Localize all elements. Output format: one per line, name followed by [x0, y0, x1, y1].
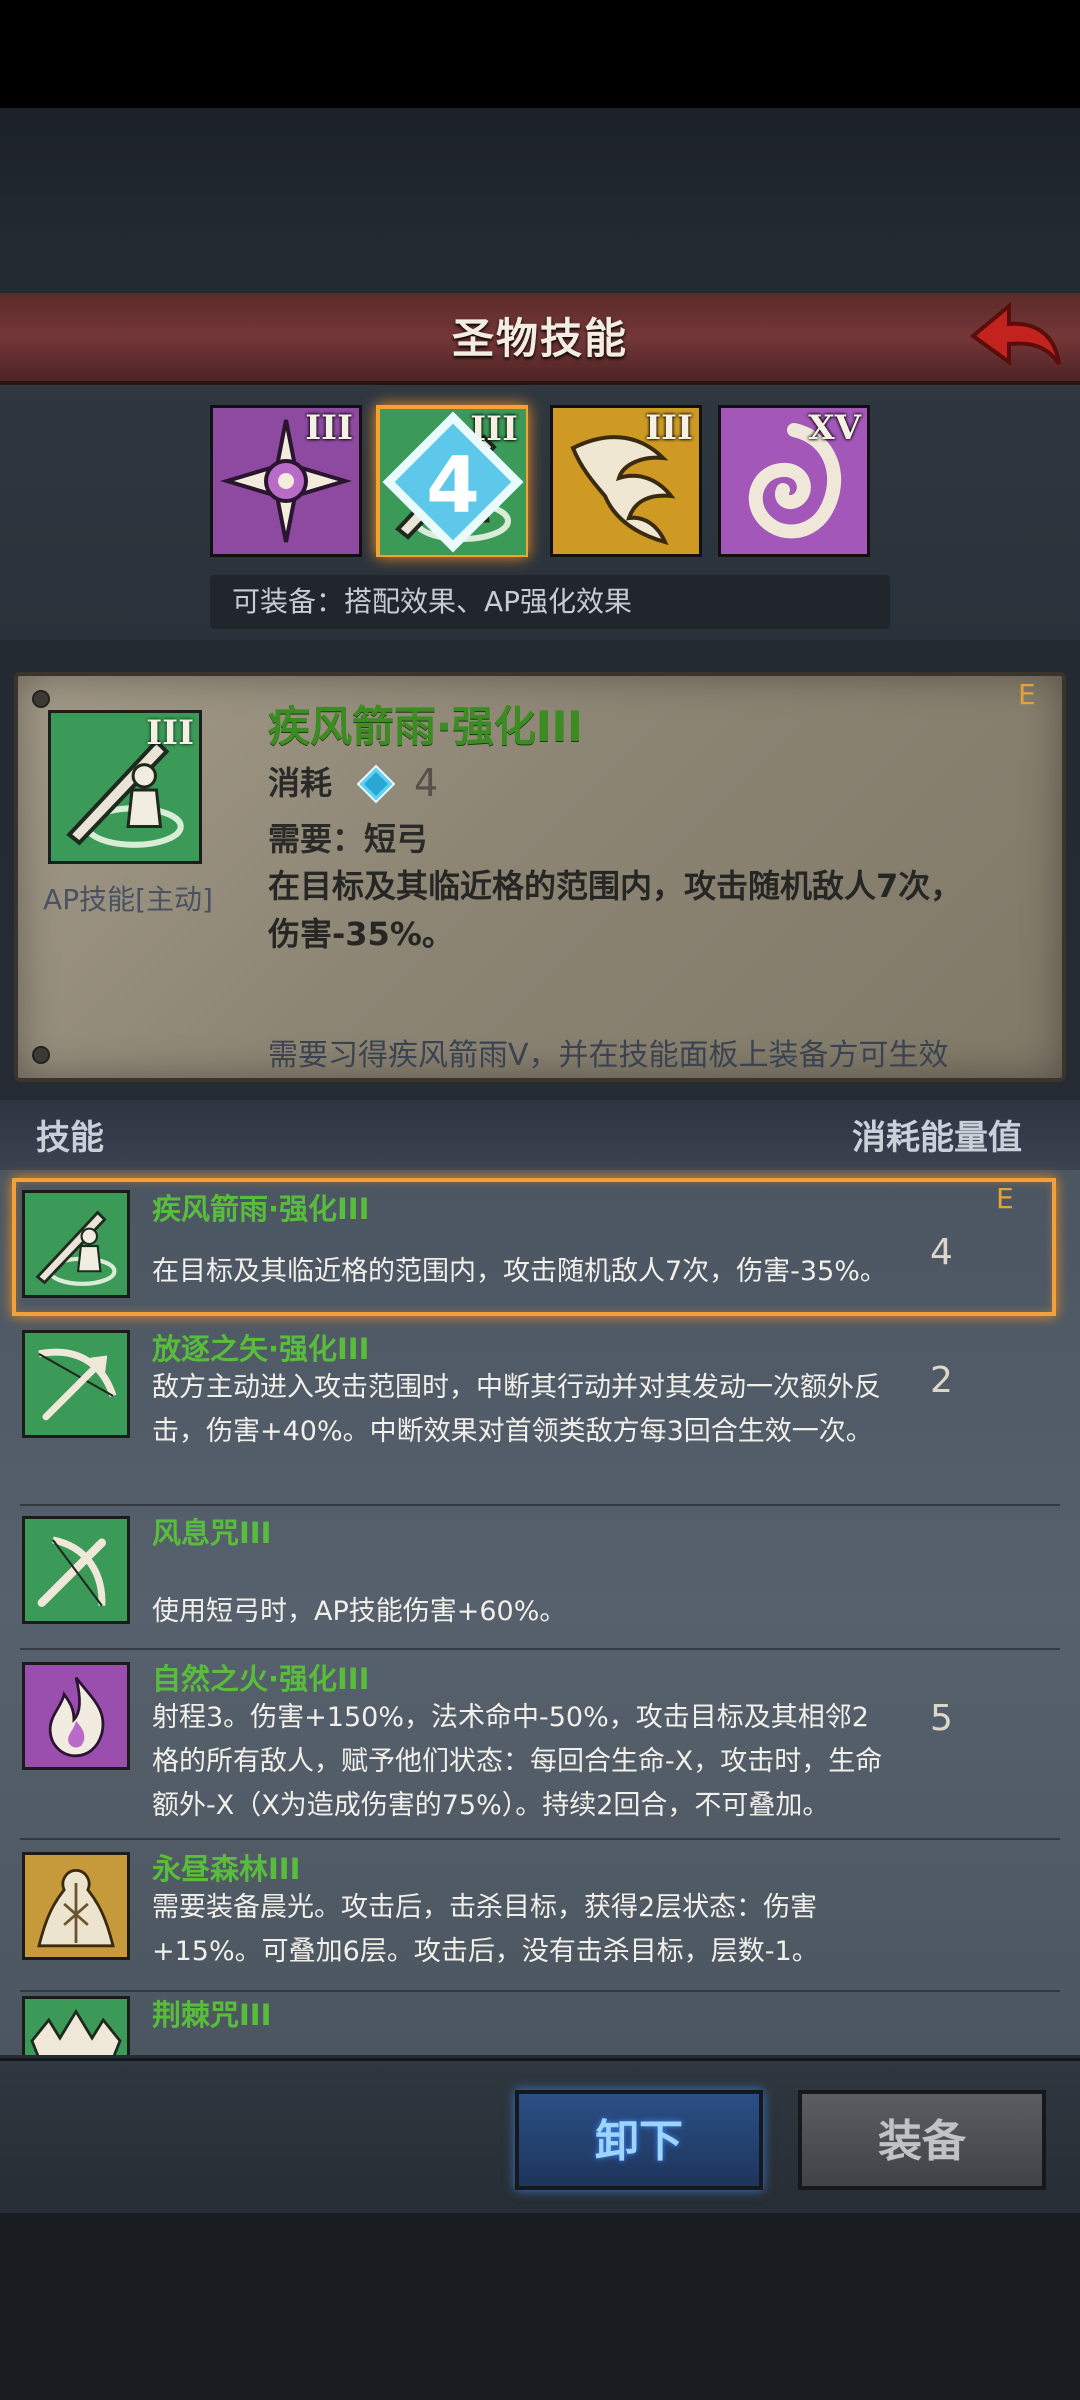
row-divider — [20, 1504, 1060, 1506]
equip-hint-text: 可装备：搭配效果、AP强化效果 — [232, 585, 633, 618]
detail-note: 需要习得疾风箭雨V，并在技能面板上装备方可生效 — [268, 1038, 949, 1073]
detail-level: III — [146, 713, 194, 753]
row-divider — [20, 1838, 1060, 1840]
skill-desc: 使用短弓时，AP技能伤害+60%。 — [152, 1596, 567, 1627]
relic-level: III — [645, 408, 693, 448]
back-button[interactable] — [965, 300, 1065, 380]
detail-description: 在目标及其临近格的范围内，攻击随机敌人7次，伤害-35%。 — [268, 867, 963, 953]
skill-name: 荆棘咒III — [152, 1998, 272, 2032]
header-skill-label: 技能 — [36, 1118, 104, 1158]
header-cost-label: 消耗能量值 — [852, 1118, 1022, 1158]
page-title: 圣物技能 — [451, 314, 628, 363]
ap-gem-icon — [356, 764, 396, 804]
skill-name: 自然之火·强化III — [152, 1662, 370, 1696]
ap-gem-badge-icon: 4 — [382, 411, 524, 553]
relic-slot-1[interactable]: III — [210, 405, 362, 557]
detail-skill-name: 疾风箭雨·强化III — [268, 702, 583, 751]
relic-slot-2[interactable]: III 4 — [376, 405, 528, 557]
detail-grade: E — [1018, 678, 1036, 711]
equip-hint: 可装备：搭配效果、AP强化效果 — [210, 575, 890, 629]
skill-cost: 2 — [930, 1360, 953, 1401]
skill-name: 永昼森林III — [152, 1852, 301, 1886]
back-arrow-icon — [969, 301, 1061, 366]
flame-icon — [22, 1662, 130, 1770]
skill-desc: 需要装备晨光。攻击后，击杀目标，获得2层状态：伤害+15%。可叠加6层。攻击后，… — [152, 1892, 819, 1967]
detail-skill-icon: III — [48, 710, 202, 864]
selected-row-highlight — [12, 1178, 1056, 1316]
rivet — [32, 690, 50, 708]
thorn-icon — [22, 1996, 130, 2055]
status-bar-area — [0, 0, 1080, 108]
cost-value: 4 — [414, 761, 439, 805]
unequip-button[interactable]: 卸下 — [515, 2090, 763, 2190]
relic-level: III — [305, 408, 353, 448]
skill-type-label: AP技能[主动] — [43, 883, 213, 916]
skill-desc: 敌方主动进入攻击范围时，中断其行动并对其发动一次额外反击，伤害+40%。中断效果… — [152, 1372, 881, 1447]
title-bar: 圣物技能 — [0, 293, 1080, 385]
skill-name: 放逐之矢·强化III — [152, 1332, 370, 1366]
skill-cost: 5 — [930, 1698, 953, 1739]
equip-button[interactable]: 装备 — [798, 2090, 1046, 2190]
tree-icon — [22, 1852, 130, 1960]
relic-slot-4[interactable]: XV — [718, 405, 870, 557]
skill-name: 风息咒III — [152, 1516, 272, 1550]
relic-slot-3[interactable]: III — [550, 405, 702, 557]
row-divider — [20, 1648, 1060, 1650]
svg-text:4: 4 — [426, 441, 480, 531]
relic-level: XV — [808, 408, 861, 448]
crossed-bow-icon — [22, 1516, 130, 1624]
detail-requirement: 需要：短弓 — [268, 820, 429, 858]
cost-label: 消耗 — [268, 764, 333, 802]
bow-arrow-icon — [22, 1330, 130, 1438]
bottom-area — [0, 2212, 1080, 2400]
skill-desc: 射程3。伤害+150%，法术命中-50%，攻击目标及其相邻2格的所有敌人，赋予他… — [152, 1702, 883, 1821]
rivet — [32, 1046, 50, 1064]
